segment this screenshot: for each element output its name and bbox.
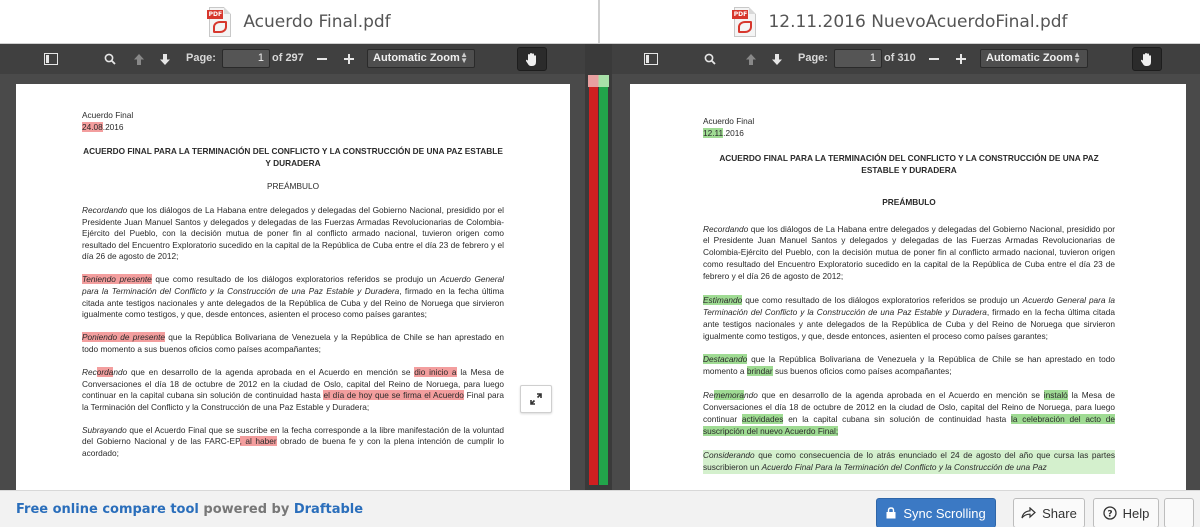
previous-page-icon[interactable]	[740, 44, 762, 74]
diff-overview-bar[interactable]	[585, 44, 612, 490]
left-pdf-toolbar: Page: 1 of 297 Automatic Zoom ▲ ▼	[0, 44, 585, 74]
doc-date: 24.08.2016	[82, 121, 124, 132]
expand-button[interactable]	[520, 385, 552, 413]
deleted-text: Poniendo de presente	[82, 332, 166, 343]
right-file-name: 12.11.2016 NuevoAcuerdoFinal.pdf	[768, 11, 1068, 32]
right-pdf-toolbar: Page: 1 of 310 Automatic Zoom ▲ ▼	[600, 44, 1200, 74]
page-label: Page:	[186, 52, 216, 64]
diff-deletions-track	[589, 87, 598, 485]
search-icon[interactable]	[699, 44, 721, 74]
expand-icon	[530, 393, 542, 405]
zoom-out-icon[interactable]	[926, 44, 942, 74]
hand-tool-button[interactable]	[517, 47, 547, 71]
page-number-input[interactable]: 1	[834, 49, 882, 68]
diff-overview-viewport-marker[interactable]	[588, 75, 609, 87]
sync-scrolling-label: Sync Scrolling	[903, 505, 986, 521]
next-page-icon[interactable]	[766, 44, 788, 74]
paragraph: Estimando que como resultado de los diál…	[703, 294, 1116, 341]
next-page-icon[interactable]	[154, 44, 176, 74]
hand-icon	[1140, 52, 1151, 66]
deleted-text: 24.08	[82, 121, 103, 132]
left-file-name: Acuerdo Final.pdf	[243, 11, 391, 32]
zoom-in-icon[interactable]	[341, 44, 357, 74]
more-options-button[interactable]	[1164, 498, 1194, 527]
zoom-select[interactable]: Automatic Zoom ▲ ▼	[980, 49, 1088, 68]
sidebar-toggle-icon[interactable]	[640, 44, 662, 74]
zoom-select-value: Automatic Zoom	[373, 52, 460, 64]
left-pdf-page: Acuerdo Final 24.08.2016 ACUERDO FINAL P…	[16, 84, 570, 490]
hand-icon	[525, 52, 536, 66]
compare-tool-link[interactable]: Free online compare tool	[16, 502, 199, 517]
help-label: Help	[1122, 505, 1150, 521]
doc-header: Acuerdo Final	[82, 110, 134, 120]
hand-tool-button[interactable]	[1132, 47, 1162, 71]
deleted-text: dio inicio a	[414, 367, 457, 377]
paragraph: Destacando que la República Bolivariana …	[703, 354, 1115, 377]
zoom-in-icon[interactable]	[953, 44, 969, 74]
inserted-text: brindar	[746, 366, 773, 377]
inserted-text: instaló	[1043, 390, 1068, 401]
previous-page-icon[interactable]	[128, 44, 150, 74]
page-label: Page:	[798, 52, 828, 64]
paragraph: Considerando que como consecuencia de lo…	[703, 449, 1115, 474]
deleted-text: , al haber	[239, 436, 277, 447]
deleted-text: orda	[96, 367, 114, 377]
sidebar-toggle-icon[interactable]	[40, 44, 62, 74]
inserted-text: memora	[713, 390, 745, 401]
paragraph: Poniendo de presente que la República Bo…	[82, 332, 504, 354]
share-button[interactable]: Share	[1013, 498, 1085, 527]
select-caret-icon: ▲ ▼	[1073, 50, 1081, 65]
paragraph: Recordando que los diálogos de La Habana…	[703, 223, 1115, 282]
share-icon	[1021, 507, 1037, 519]
help-button[interactable]: ? Help	[1093, 498, 1159, 527]
help-icon: ?	[1102, 506, 1117, 520]
left-file-title-bar: PDF Acuerdo Final.pdf	[0, 0, 598, 44]
page-total: of 310	[884, 52, 916, 64]
inserted-text: 12.11	[703, 127, 724, 138]
zoom-out-icon[interactable]	[314, 44, 330, 74]
page-number-input[interactable]: 1	[222, 49, 270, 68]
doc-title: ACUERDO FINAL PARA LA TERMINACIÓN DEL CO…	[719, 152, 1099, 175]
paragraph: Recordando que los diálogos de La Habana…	[82, 204, 504, 262]
doc-header: Acuerdo Final	[703, 116, 755, 126]
preamble-heading: PREÁMBULO	[882, 196, 936, 207]
deleted-text: Teniendo presente	[82, 274, 152, 285]
left-document-viewer[interactable]: Acuerdo Final 24.08.2016 ACUERDO FINAL P…	[0, 74, 585, 490]
select-caret-icon: ▲ ▼	[460, 50, 468, 65]
paragraph: Recordando que en desarrollo de la agend…	[82, 367, 505, 412]
paragraph: Subrayando que el Acuerdo Final que se s…	[82, 424, 504, 459]
doc-date: 12.11.2016	[703, 127, 744, 138]
preamble-heading: PREÁMBULO	[266, 181, 320, 192]
page-total: of 297	[272, 52, 304, 64]
draftable-link[interactable]: Draftable	[294, 502, 363, 517]
inserted-text: actividades	[741, 413, 784, 424]
diff-insertions-track	[599, 87, 608, 485]
lock-icon	[886, 507, 896, 519]
doc-title: ACUERDO FINAL PARA LA TERMINACIÓN DEL CO…	[83, 146, 503, 168]
sync-scrolling-button[interactable]: Sync Scrolling	[876, 498, 996, 527]
right-pdf-page: Acuerdo Final 12.11.2016 ACUERDO FINAL P…	[630, 84, 1186, 490]
footer-bar: Free online compare tool powered by Draf…	[0, 490, 1200, 527]
pdf-file-icon: PDF	[207, 6, 233, 37]
zoom-select[interactable]: Automatic Zoom ▲ ▼	[367, 49, 475, 68]
paragraph: Rememorando que en desarrollo de la agen…	[703, 390, 1116, 436]
pdf-file-icon: PDF	[732, 6, 758, 37]
right-document-viewer[interactable]: Acuerdo Final 12.11.2016 ACUERDO FINAL P…	[612, 74, 1200, 490]
search-icon[interactable]	[99, 44, 121, 74]
footer-tagline: Free online compare tool powered by Draf…	[16, 502, 364, 517]
inserted-text: Destacando	[703, 354, 748, 365]
inserted-text: Estimando	[703, 294, 743, 305]
svg-text:?: ?	[1107, 509, 1112, 519]
paragraph: Teniendo presente que como resultado de …	[82, 274, 504, 320]
zoom-select-value: Automatic Zoom	[986, 52, 1073, 64]
deleted-text: el día de hoy que se firma el Acuerdo	[323, 390, 464, 401]
share-label: Share	[1042, 505, 1077, 521]
right-file-title-bar: PDF 12.11.2016 NuevoAcuerdoFinal.pdf	[600, 0, 1200, 44]
